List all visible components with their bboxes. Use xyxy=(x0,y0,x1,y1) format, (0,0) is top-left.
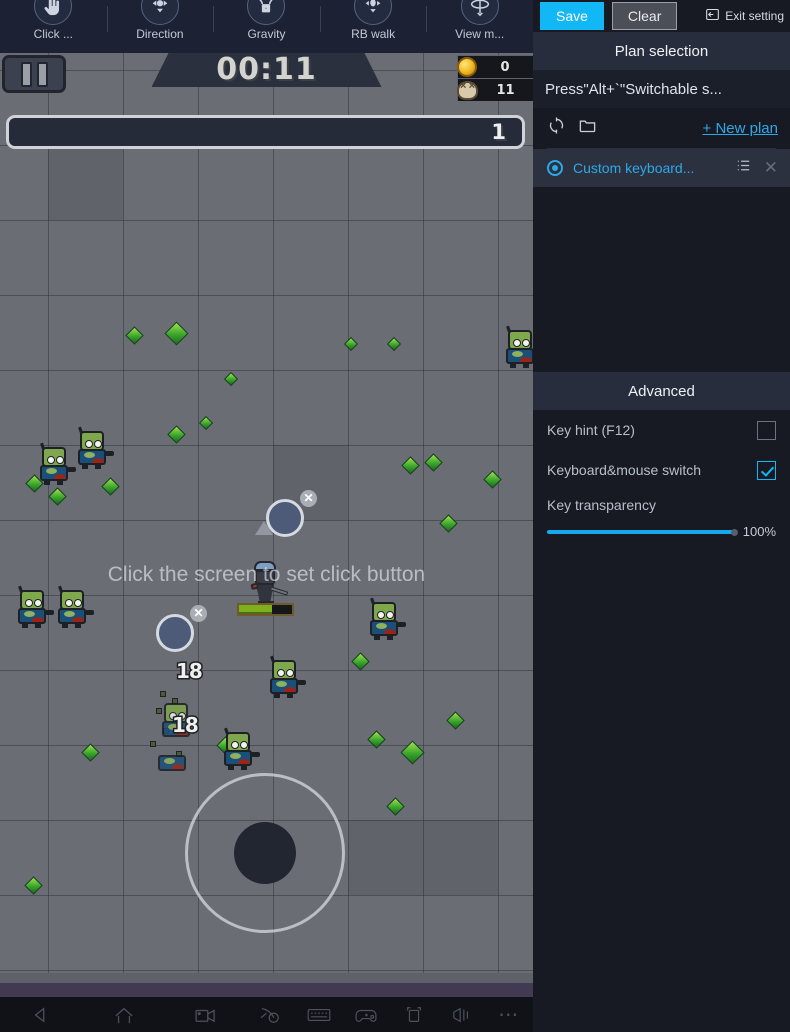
plan-name-label: Custom keyboard... xyxy=(573,160,695,176)
exit-setting-button[interactable]: Exit setting xyxy=(705,7,784,25)
close-icon[interactable]: ✕ xyxy=(764,158,778,178)
view-mode-icon xyxy=(460,0,499,25)
km-switch-label: Keyboard&mouse switch xyxy=(547,462,702,478)
gamepad-icon[interactable] xyxy=(343,997,391,1032)
game-timer: 00:11 xyxy=(216,53,317,87)
plan-tools-row: + New plan xyxy=(533,108,790,148)
skull-icon xyxy=(457,80,478,100)
tool-label: Direction xyxy=(136,27,184,41)
resize-icon[interactable] xyxy=(390,997,438,1032)
click-hand-icon xyxy=(34,0,73,25)
grid-tile-shade xyxy=(48,145,123,220)
pause-button[interactable] xyxy=(2,55,66,93)
joystick-knob[interactable] xyxy=(234,822,296,884)
zombie-sprite xyxy=(38,442,76,485)
plan-selection-header: Plan selection xyxy=(533,32,790,70)
tool-label: Gravity xyxy=(247,27,286,41)
click-point-marker[interactable]: ✕ xyxy=(156,605,207,652)
player-health-bar xyxy=(237,603,294,616)
experience-bar: 1 xyxy=(6,115,525,149)
zombie-sprite xyxy=(16,585,54,628)
zombie-sprite xyxy=(504,325,533,368)
coin-counter: 0 xyxy=(457,55,533,78)
tool-click[interactable]: Click ... xyxy=(0,0,107,53)
kill-counter: 11 xyxy=(457,78,533,101)
virtual-joystick[interactable] xyxy=(185,773,345,933)
settings-side-panel: Save Clear Exit setting Plan selection P… xyxy=(533,0,790,1032)
key-transparency-value: 100% xyxy=(742,524,776,539)
game-hud: 00:11 0 11 xyxy=(0,53,533,101)
clear-button[interactable]: Clear xyxy=(611,2,678,30)
more-icon[interactable]: ⋯ xyxy=(485,997,533,1032)
key-transparency-slider[interactable] xyxy=(547,528,738,536)
close-icon[interactable]: ✕ xyxy=(190,605,207,622)
km-switch-checkbox[interactable] xyxy=(757,460,776,480)
timer-container: 00:11 xyxy=(152,53,382,87)
close-icon[interactable]: ✕ xyxy=(300,490,317,507)
rb-walk-icon xyxy=(354,0,393,25)
plan-switch-hint: Press"Alt+`"Switchable s... xyxy=(533,70,790,108)
zombie-sprite xyxy=(56,585,94,628)
refresh-icon[interactable] xyxy=(547,116,566,140)
zombie-sprite xyxy=(222,727,260,770)
damage-number: 18 xyxy=(175,658,205,685)
key-hint-checkbox[interactable] xyxy=(757,420,776,440)
direction-triangle-marker xyxy=(255,521,273,535)
record-icon[interactable] xyxy=(165,997,247,1032)
tool-label: Click ... xyxy=(33,27,73,41)
damage-number: 18 xyxy=(171,712,201,739)
key-transparency-label: Key transparency xyxy=(547,497,656,513)
volume-icon[interactable] xyxy=(438,997,486,1032)
game-bottom-strip xyxy=(0,983,533,997)
folder-icon[interactable] xyxy=(578,116,597,140)
slider-thumb[interactable] xyxy=(730,528,738,536)
zombie-sprite xyxy=(76,426,114,469)
key-hint-label: Key hint (F12) xyxy=(547,422,635,438)
gravity-icon xyxy=(247,0,286,25)
screenshot-icon[interactable] xyxy=(247,997,295,1032)
exit-icon xyxy=(705,7,720,25)
tool-label: View m... xyxy=(455,27,505,41)
keyboard-icon[interactable] xyxy=(295,997,343,1032)
tool-gravity[interactable]: Gravity xyxy=(213,0,320,53)
coin-count: 0 xyxy=(500,59,510,75)
emulator-game-view[interactable]: 18 18 ✕ ✕ Click the screen to set click … xyxy=(0,53,533,997)
tool-label: RB walk xyxy=(351,27,396,41)
zombie-sprite-dying xyxy=(156,735,188,775)
new-plan-button[interactable]: + New plan xyxy=(703,120,778,137)
kill-count: 11 xyxy=(496,82,515,98)
tool-view-mode[interactable]: View m... xyxy=(426,0,533,53)
level-number: 1 xyxy=(491,120,506,144)
plan-radio-selected[interactable] xyxy=(547,160,563,176)
advanced-row-km-switch[interactable]: Keyboard&mouse switch xyxy=(533,450,790,490)
back-icon[interactable] xyxy=(0,997,82,1032)
list-icon[interactable] xyxy=(735,157,752,179)
advanced-row-key-hint[interactable]: Key hint (F12) xyxy=(533,410,790,450)
coin-icon xyxy=(457,57,477,77)
tool-direction[interactable]: Direction xyxy=(106,0,214,53)
zombie-sprite xyxy=(368,597,406,640)
game-floor-strip xyxy=(0,973,533,983)
save-button[interactable]: Save xyxy=(540,2,604,30)
debris-particle xyxy=(160,691,166,697)
advanced-row-transparency-label: Key transparency xyxy=(533,490,790,520)
plan-list-item[interactable]: Custom keyboard... ✕ xyxy=(533,149,790,187)
tool-rb-walk[interactable]: RB walk xyxy=(319,0,427,53)
grid-tile-shade xyxy=(348,820,498,895)
home-icon[interactable] xyxy=(82,997,164,1032)
hud-counters: 0 11 xyxy=(457,55,533,101)
direction-pad-icon xyxy=(140,0,179,25)
key-transparency-slider-row: 100% xyxy=(533,520,790,539)
panel-action-bar: Save Clear Exit setting xyxy=(533,0,790,32)
advanced-header: Advanced xyxy=(533,372,790,410)
app-root: Click ... Direction Gravity RB walk View… xyxy=(0,0,790,1032)
key-mapping-toolbar: Click ... Direction Gravity RB walk View… xyxy=(0,0,533,53)
exit-setting-label: Exit setting xyxy=(725,9,784,23)
plan-list-empty-area xyxy=(533,187,790,372)
emulator-bottom-nav: ⋯ xyxy=(0,997,533,1032)
zombie-sprite xyxy=(268,655,306,698)
